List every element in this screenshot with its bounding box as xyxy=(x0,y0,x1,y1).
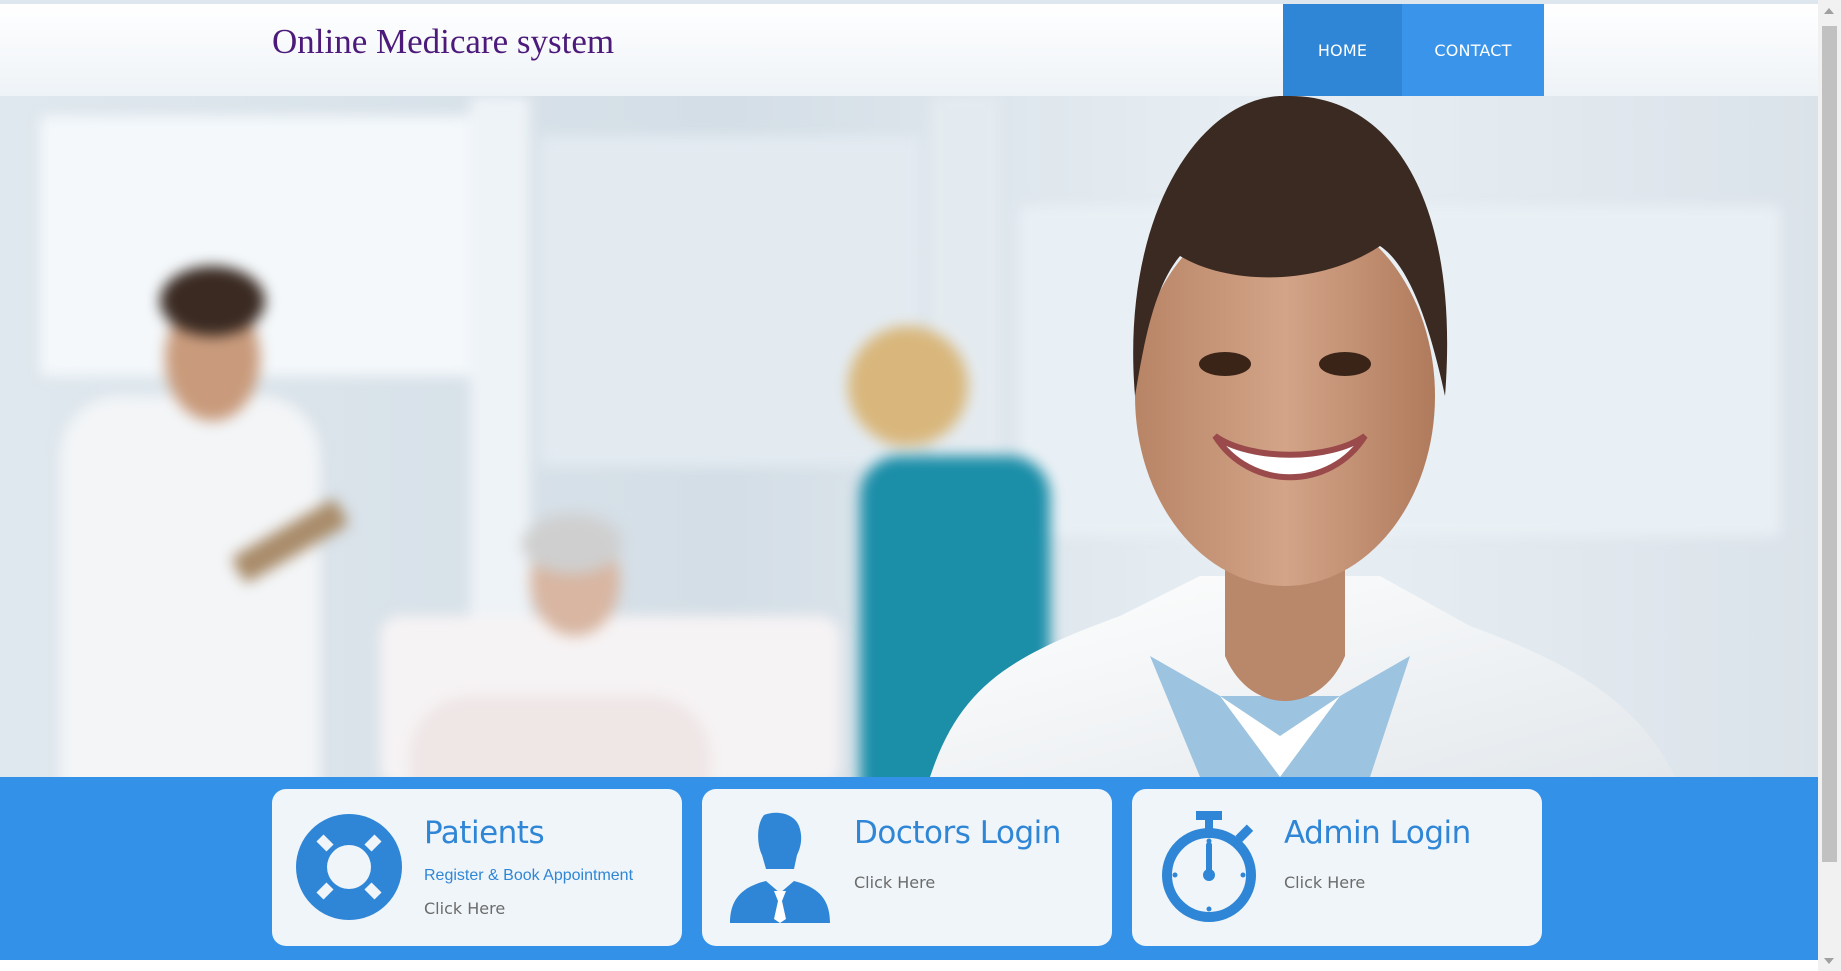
nav-home-link[interactable]: HOME xyxy=(1283,4,1402,96)
lifebuoy-icon xyxy=(296,814,402,920)
click-here-link[interactable]: Click Here xyxy=(424,899,505,918)
admin-login-card[interactable]: Admin Login Click Here xyxy=(1132,789,1542,946)
hero-banner-image xyxy=(0,96,1818,777)
card-title: Doctors Login xyxy=(854,815,1061,851)
card-title: Patients xyxy=(424,815,545,851)
smiling-doctor-figure xyxy=(930,96,1675,777)
login-cards-band: Patients Register & Book Appointment Cli… xyxy=(0,777,1818,960)
stopwatch-icon xyxy=(1162,811,1256,922)
click-here-link[interactable]: Click Here xyxy=(1284,873,1365,892)
scroll-down-arrow-icon[interactable] xyxy=(1824,958,1834,964)
nav-contact-link[interactable]: CONTACT xyxy=(1402,4,1544,96)
scrollbar-thumb[interactable] xyxy=(1822,26,1837,862)
left-eye xyxy=(1199,352,1251,376)
click-here-link[interactable]: Click Here xyxy=(854,873,935,892)
card-subtitle[interactable]: Register & Book Appointment xyxy=(424,867,633,885)
vertical-scrollbar[interactable] xyxy=(1818,0,1841,971)
doctor-person-icon xyxy=(730,812,830,923)
card-title: Admin Login xyxy=(1284,815,1471,851)
site-title[interactable]: Online Medicare system xyxy=(272,22,614,62)
doctors-login-card[interactable]: Doctors Login Click Here xyxy=(702,789,1112,946)
page-bottom xyxy=(0,960,1818,971)
scroll-up-arrow-icon[interactable] xyxy=(1824,8,1834,14)
patients-card[interactable]: Patients Register & Book Appointment Cli… xyxy=(272,789,682,946)
main-nav: HOME CONTACT xyxy=(1283,4,1544,96)
right-eye xyxy=(1319,352,1371,376)
site-header: Online Medicare system xyxy=(0,4,1818,96)
